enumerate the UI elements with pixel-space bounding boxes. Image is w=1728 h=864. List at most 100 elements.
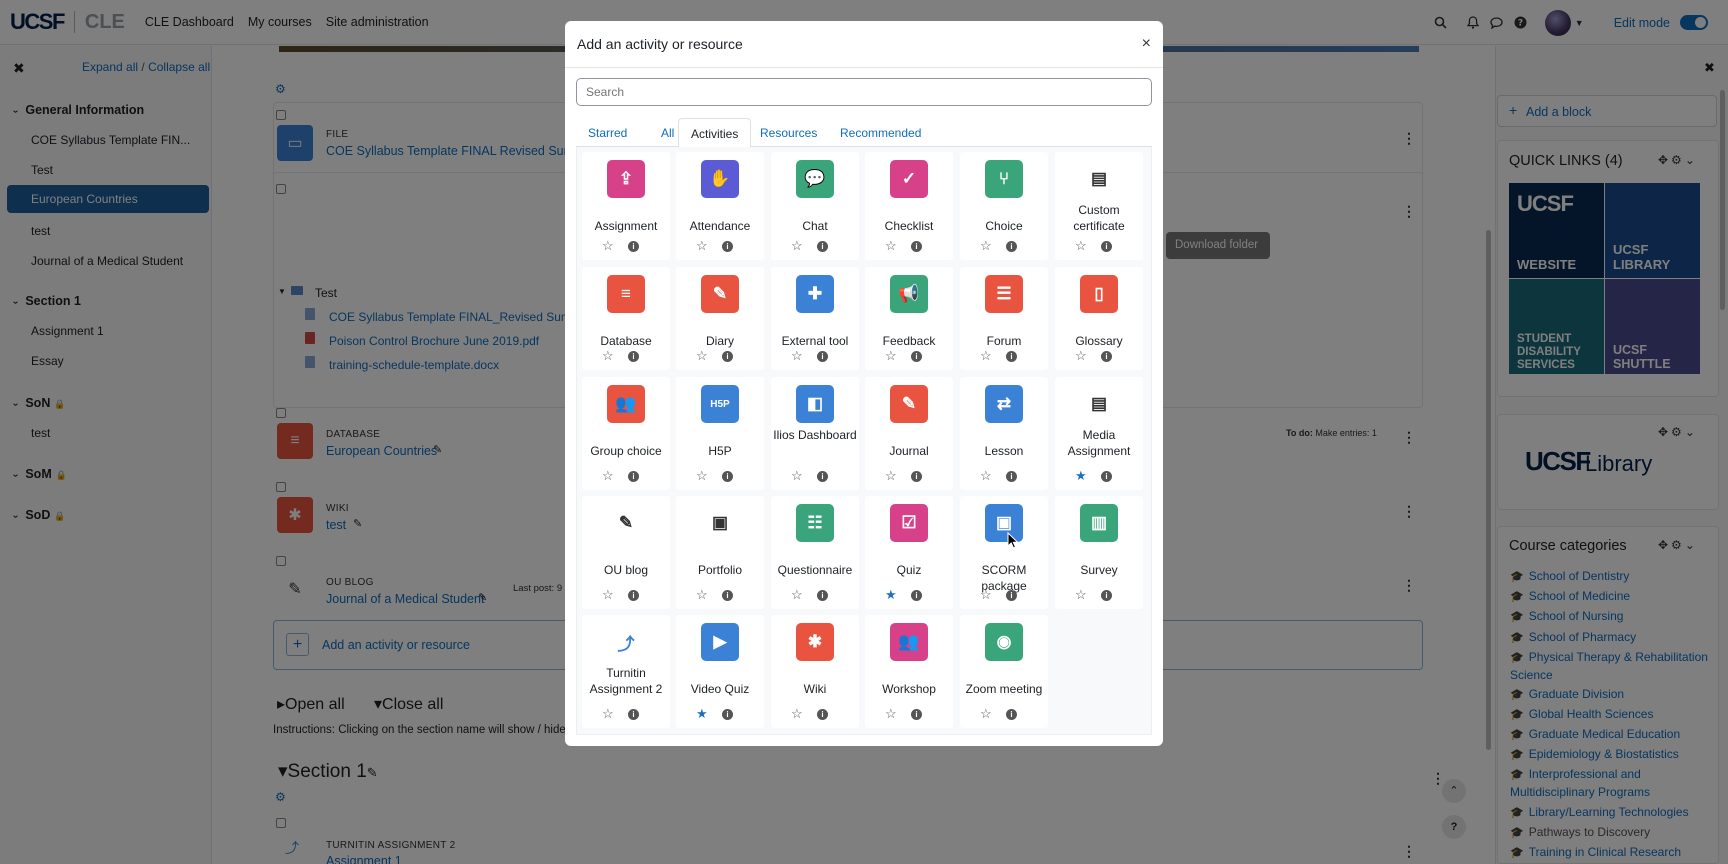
star-icon[interactable]: ☆ [980,468,992,484]
activity-tile[interactable]: ▤ Media Assignment ★ i [1055,377,1143,490]
info-icon[interactable]: i [1006,590,1017,601]
tab-resources[interactable]: Resources [748,118,829,147]
activity-tile[interactable]: ✎ OU blog ☆ i [582,496,670,609]
info-icon[interactable]: i [911,590,922,601]
star-filled-icon[interactable]: ★ [1075,468,1087,484]
activity-tile[interactable]: ☰ Forum ☆ i [960,267,1048,370]
star-icon[interactable]: ☆ [696,587,708,603]
activity-tile[interactable]: ▥ Survey ☆ i [1055,496,1143,609]
star-icon[interactable]: ☆ [885,468,897,484]
activity-tile[interactable]: ✋ Attendance ☆ i [676,152,764,260]
info-icon[interactable]: i [817,351,828,362]
activity-tile[interactable]: ▯ Glossary ☆ i [1055,267,1143,370]
info-icon[interactable]: i [817,590,828,601]
star-icon[interactable]: ☆ [885,706,897,722]
tab-recommended[interactable]: Recommended [828,118,933,147]
info-icon[interactable]: i [628,471,639,482]
info-icon[interactable]: i [817,241,828,252]
info-icon[interactable]: i [1101,590,1112,601]
activity-tile[interactable]: ✎ Diary ☆ i [676,267,764,370]
star-icon[interactable]: ☆ [696,468,708,484]
activity-tile[interactable]: ✎ Journal ☆ i [865,377,953,490]
star-icon[interactable]: ☆ [791,238,803,254]
star-icon[interactable]: ☆ [602,706,614,722]
star-icon[interactable]: ☆ [980,348,992,364]
activity-tile[interactable]: ⇄ Lesson ☆ i [960,377,1048,490]
activity-tile[interactable]: H5P H5P ☆ i [676,377,764,490]
star-icon[interactable]: ☆ [1075,238,1087,254]
info-icon[interactable]: i [1101,471,1112,482]
activity-grid: ⇪ Assignment ☆ i ✋ Attendance ☆ i 💬 Chat ☆ i ✓ Checkl… [576,147,1152,735]
modal-title: Add an activity or resource [577,36,743,52]
info-icon[interactable]: i [628,590,639,601]
star-icon[interactable]: ☆ [602,238,614,254]
star-icon[interactable]: ☆ [885,348,897,364]
activity-tile[interactable]: ◧ Ilios Dashboard ☆ i [771,377,859,490]
activity-tile[interactable]: 💬 Chat ☆ i [771,152,859,260]
info-icon[interactable]: i [628,241,639,252]
activity-tile[interactable]: ✚ External tool ☆ i [771,267,859,370]
activity-name: Assignment [594,219,658,233]
activity-tile[interactable]: ⤴ Turnitin Assignment 2 ☆ i [582,615,670,728]
star-icon[interactable]: ☆ [1075,348,1087,364]
info-icon[interactable]: i [817,471,828,482]
star-icon[interactable]: ☆ [602,587,614,603]
star-filled-icon[interactable]: ★ [696,706,708,722]
activity-tile[interactable]: ▣ SCORM package ☆ i [960,496,1048,609]
star-icon[interactable]: ☆ [602,468,614,484]
star-icon[interactable]: ☆ [696,348,708,364]
info-icon[interactable]: i [722,590,733,601]
tab-activities[interactable]: Activities [678,118,752,148]
activity-tile[interactable]: ≡ Database ☆ i [582,267,670,370]
info-icon[interactable]: i [817,709,828,720]
star-icon[interactable]: ☆ [791,706,803,722]
info-icon[interactable]: i [1006,471,1017,482]
info-icon[interactable]: i [1006,241,1017,252]
star-icon[interactable]: ☆ [791,348,803,364]
info-icon[interactable]: i [1006,709,1017,720]
info-icon[interactable]: i [1101,241,1112,252]
close-icon[interactable]: × [1142,35,1151,53]
journal-icon: ✎ [890,385,928,423]
activity-tile[interactable]: ✱ Wiki ☆ i [771,615,859,728]
star-icon[interactable]: ☆ [980,238,992,254]
star-icon[interactable]: ☆ [696,238,708,254]
activity-tile[interactable]: 📢 Feedback ☆ i [865,267,953,370]
info-icon[interactable]: i [911,351,922,362]
star-icon[interactable]: ☆ [980,587,992,603]
activity-tile[interactable]: 👥 Workshop ☆ i [865,615,953,728]
activity-tile[interactable]: ▤ Custom certificate ☆ i [1055,152,1143,260]
activity-tile[interactable]: ▣ Portfolio ☆ i [676,496,764,609]
info-icon[interactable]: i [722,241,733,252]
star-icon[interactable]: ☆ [1075,587,1087,603]
activity-tile[interactable]: ☑ Quiz ★ i [865,496,953,609]
search-input[interactable] [576,78,1152,106]
info-icon[interactable]: i [911,241,922,252]
activity-tile[interactable]: ✓ Checklist ☆ i [865,152,953,260]
star-icon[interactable]: ☆ [980,706,992,722]
activity-tile[interactable]: ◉ Zoom meeting ☆ i [960,615,1048,728]
info-icon[interactable]: i [1006,351,1017,362]
star-icon[interactable]: ☆ [885,238,897,254]
activity-tile[interactable]: 👥 Group choice ☆ i [582,377,670,490]
activity-tile[interactable]: ⑂ Choice ☆ i [960,152,1048,260]
activity-tile[interactable]: ⇪ Assignment ☆ i [582,152,670,260]
info-icon[interactable]: i [1101,351,1112,362]
info-icon[interactable]: i [722,709,733,720]
activity-tile[interactable]: ▶ Video Quiz ★ i [676,615,764,728]
info-icon[interactable]: i [722,351,733,362]
info-icon[interactable]: i [722,471,733,482]
info-icon[interactable]: i [628,351,639,362]
star-icon[interactable]: ☆ [791,468,803,484]
attendance-icon: ✋ [701,160,739,198]
info-icon[interactable]: i [911,471,922,482]
star-filled-icon[interactable]: ★ [885,587,897,603]
tab-starred[interactable]: Starred [576,118,639,147]
info-icon[interactable]: i [911,709,922,720]
star-icon[interactable]: ☆ [791,587,803,603]
info-icon[interactable]: i [628,709,639,720]
star-icon[interactable]: ☆ [602,348,614,364]
mouse-cursor-icon [1007,532,1019,549]
activity-tile[interactable]: ☷ Questionnaire ☆ i [771,496,859,609]
activity-name: Journal [889,444,929,458]
